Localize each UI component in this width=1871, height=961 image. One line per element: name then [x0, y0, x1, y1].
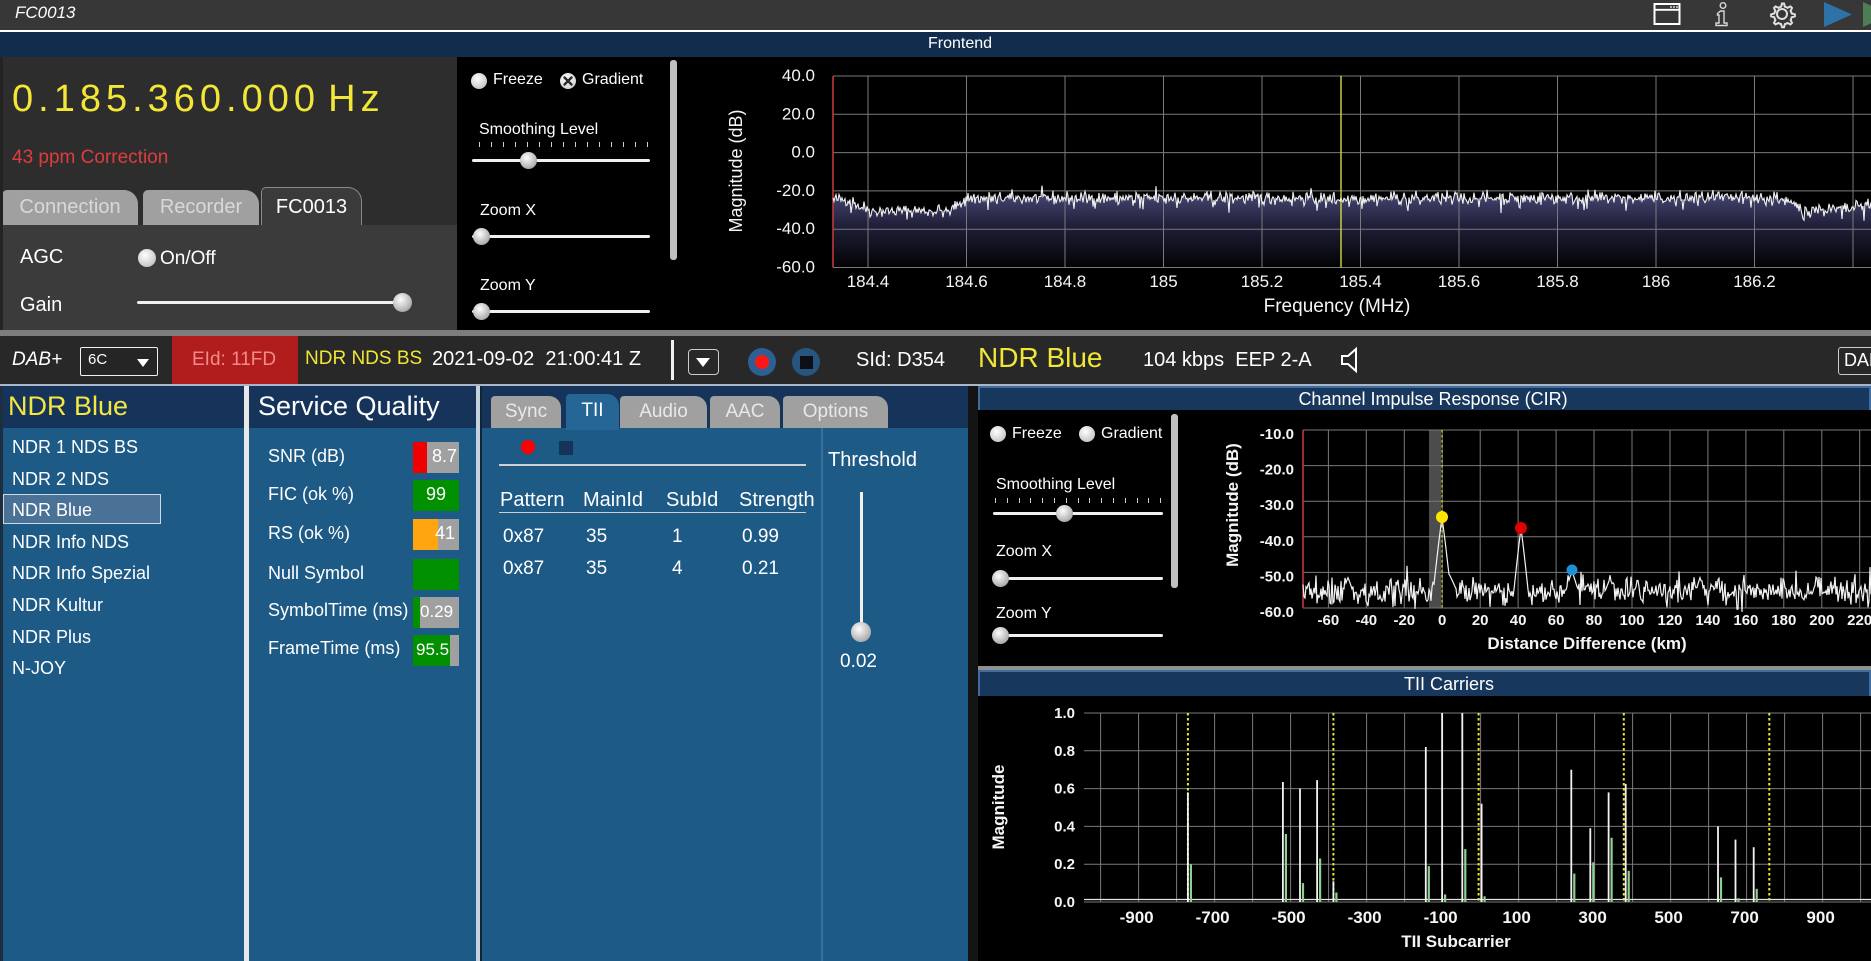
svg-text:-500: -500 [1272, 908, 1306, 927]
svg-text:-40: -40 [1355, 612, 1377, 629]
svg-text:185.4: 185.4 [1339, 272, 1382, 291]
svg-text:-10.0: -10.0 [1260, 426, 1294, 443]
svg-text:-900: -900 [1120, 908, 1154, 927]
svg-text:0.0: 0.0 [791, 143, 815, 162]
svg-text:180: 180 [1771, 612, 1796, 629]
svg-text:-40.0: -40.0 [776, 219, 815, 238]
svg-text:-20.0: -20.0 [776, 181, 815, 200]
svg-text:1.0: 1.0 [1054, 705, 1075, 722]
svg-text:Magnitude (dB): Magnitude (dB) [1223, 443, 1242, 567]
svg-text:20.0: 20.0 [782, 104, 815, 123]
svg-text:-100: -100 [1424, 908, 1458, 927]
svg-text:185: 185 [1149, 272, 1177, 291]
svg-text:900: 900 [1806, 908, 1834, 927]
svg-text:186.2: 186.2 [1733, 272, 1776, 291]
svg-text:185.8: 185.8 [1536, 272, 1579, 291]
svg-text:184.8: 184.8 [1044, 272, 1087, 291]
svg-text:-300: -300 [1348, 908, 1382, 927]
svg-text:60: 60 [1548, 612, 1565, 629]
svg-text:0.8: 0.8 [1054, 743, 1075, 760]
svg-text:TII Subcarrier: TII Subcarrier [1401, 932, 1511, 951]
svg-text:186: 186 [1642, 272, 1670, 291]
svg-text:0.2: 0.2 [1054, 856, 1075, 873]
svg-text:160: 160 [1733, 612, 1758, 629]
svg-text:-20.0: -20.0 [1260, 462, 1294, 479]
svg-text:140: 140 [1695, 612, 1720, 629]
svg-text:120: 120 [1657, 612, 1682, 629]
svg-text:-700: -700 [1196, 908, 1230, 927]
svg-text:-60.0: -60.0 [1260, 604, 1294, 621]
svg-text:-60: -60 [1318, 612, 1340, 629]
svg-text:0.6: 0.6 [1054, 781, 1075, 798]
svg-text:185.6: 185.6 [1438, 272, 1481, 291]
svg-text:300: 300 [1578, 908, 1606, 927]
svg-text:80: 80 [1586, 612, 1603, 629]
svg-text:200: 200 [1809, 612, 1834, 629]
svg-text:0.4: 0.4 [1054, 818, 1076, 835]
svg-text:-20: -20 [1393, 612, 1415, 629]
svg-text:184.4: 184.4 [847, 272, 890, 291]
svg-text:Magnitude (dB): Magnitude (dB) [726, 109, 746, 232]
svg-text:220: 220 [1847, 612, 1871, 629]
svg-text:20: 20 [1472, 612, 1489, 629]
svg-text:40.0: 40.0 [782, 66, 815, 85]
svg-text:-50.0: -50.0 [1260, 568, 1294, 585]
svg-text:Distance Difference (km): Distance Difference (km) [1487, 634, 1686, 653]
svg-text:-30.0: -30.0 [1260, 497, 1294, 514]
svg-text:0: 0 [1438, 612, 1446, 629]
svg-text:Frequency (MHz): Frequency (MHz) [1264, 296, 1411, 317]
svg-text:184.6: 184.6 [945, 272, 988, 291]
svg-text:185.2: 185.2 [1241, 272, 1284, 291]
svg-text:-40.0: -40.0 [1260, 533, 1294, 550]
svg-text:700: 700 [1730, 908, 1758, 927]
svg-text:-60.0: -60.0 [776, 258, 815, 277]
svg-text:0.0: 0.0 [1054, 894, 1075, 911]
svg-text:40: 40 [1510, 612, 1527, 629]
svg-text:Magnitude: Magnitude [989, 765, 1008, 850]
svg-text:100: 100 [1502, 908, 1530, 927]
svg-text:100: 100 [1619, 612, 1644, 629]
svg-text:500: 500 [1654, 908, 1682, 927]
